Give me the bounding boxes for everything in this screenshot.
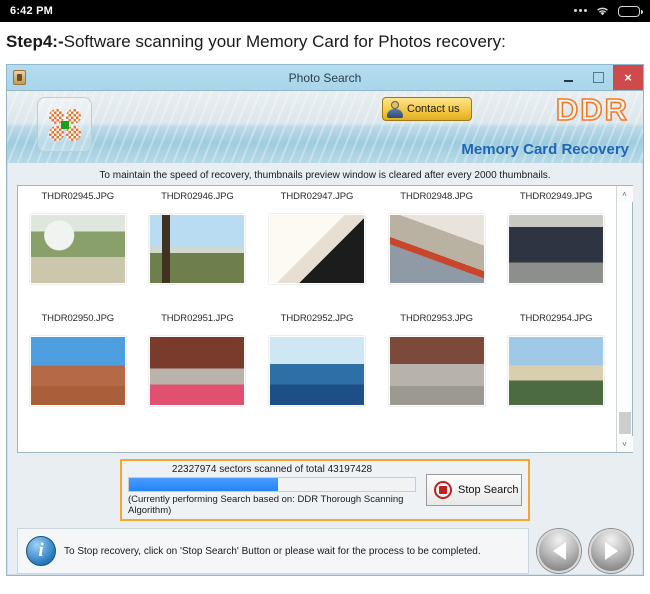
thumbnail-label: THDR02951.JPG xyxy=(161,313,234,324)
thumbnail-item[interactable]: THDR02945.JPG xyxy=(18,188,138,310)
scanning-algorithm-text: (Currently performing Search based on: D… xyxy=(128,494,404,516)
stop-icon xyxy=(434,481,452,499)
contact-us-label: Contact us xyxy=(407,103,460,115)
thumbnail-row: THDR02950.JPG THDR02951.JPG THDR02952.JP… xyxy=(18,310,616,432)
thumbnail-image[interactable] xyxy=(508,214,605,284)
thumbnail-label: THDR02945.JPG xyxy=(41,191,115,202)
stop-search-button[interactable]: Stop Search xyxy=(426,474,522,506)
stop-search-label: Stop Search xyxy=(458,484,519,496)
product-tagline: Memory Card Recovery xyxy=(461,141,629,158)
thumbnail-row: THDR02955.JPG THDR02956.JPG THDR02957.JP… xyxy=(18,432,616,452)
scan-progress-bar xyxy=(128,477,416,492)
scrollbar-thumb[interactable] xyxy=(618,412,631,434)
thumbnail-label: THDR02953.JPG xyxy=(400,313,473,324)
thumbnail-image[interactable] xyxy=(149,214,246,284)
thumbnail-image[interactable] xyxy=(149,336,246,406)
status-clock: 6:42 PM xyxy=(10,5,53,17)
back-arrow-icon xyxy=(552,542,566,560)
thumbnail-scrollbar[interactable]: ˄ ˅ xyxy=(616,186,633,452)
thumbnail-label: THDR02948.JPG xyxy=(400,191,473,202)
more-dots-icon xyxy=(574,8,587,14)
status-icons xyxy=(574,5,643,17)
thumbnail-item[interactable]: THDR02949.JPG xyxy=(496,188,616,310)
thumbnail-item[interactable]: THDR02951.JPG xyxy=(138,310,258,432)
thumbnail-item[interactable]: THDR02959.JPG xyxy=(496,432,616,452)
step-description: Software scanning your Memory Card for P… xyxy=(63,32,506,51)
step-label: Step4:- xyxy=(6,32,64,51)
scroll-up-icon[interactable]: ˄ xyxy=(616,186,633,202)
progress-section: 22327974 sectors scanned of total 431974… xyxy=(17,459,633,521)
battery-icon xyxy=(618,5,643,17)
ddr-logo: DDR xyxy=(555,91,629,128)
thumbnail-item[interactable]: THDR02947.JPG xyxy=(257,188,377,310)
thumbnail-item[interactable]: THDR02954.JPG xyxy=(496,310,616,432)
thumbnail-label: THDR02947.JPG xyxy=(280,191,354,202)
thumbnail-label: THDR02952.JPG xyxy=(280,313,354,324)
person-icon xyxy=(387,100,403,118)
thumbnail-label: THDR02954.JPG xyxy=(519,313,593,324)
thumbnail-item[interactable]: THDR02948.JPG xyxy=(377,188,497,310)
thumbnail-grid: THDR02945.JPG THDR02946.JPG THDR02947.JP… xyxy=(18,186,616,452)
thumbnail-image[interactable] xyxy=(508,336,605,406)
wifi-icon xyxy=(597,7,608,16)
thumbnail-panel: THDR02945.JPG THDR02946.JPG THDR02947.JP… xyxy=(17,185,633,453)
thumbnail-notice: To maintain the speed of recovery, thumb… xyxy=(99,170,551,181)
app-banner: Contact us DDR Memory Card Recovery xyxy=(7,91,643,163)
thumbnail-image[interactable] xyxy=(388,214,485,284)
previous-button[interactable] xyxy=(537,529,581,573)
forward-arrow-icon xyxy=(604,542,618,560)
progress-details: 22327974 sectors scanned of total 431974… xyxy=(128,464,416,516)
thumbnail-label: THDR02946.JPG xyxy=(161,191,234,202)
thumbnail-item[interactable]: THDR02952.JPG xyxy=(257,310,377,432)
app-logo-badge xyxy=(37,97,92,152)
android-status-bar: 6:42 PM xyxy=(0,0,650,22)
thumbnail-image[interactable] xyxy=(268,214,365,284)
checkered-flower-icon xyxy=(48,108,82,142)
thumbnail-row: THDR02945.JPG THDR02946.JPG THDR02947.JP… xyxy=(18,188,616,310)
thumbnail-image[interactable] xyxy=(29,214,126,284)
thumbnail-label: THDR02950.JPG xyxy=(41,313,115,324)
thumbnail-item[interactable]: THDR02958.JPG xyxy=(377,432,497,452)
next-button[interactable] xyxy=(589,529,633,573)
thumbnail-item[interactable]: THDR02946.JPG xyxy=(138,188,258,310)
photo-search-window: Photo Search × Contact us DDR Memory Car… xyxy=(6,64,644,576)
thumbnail-item[interactable]: THDR02953.JPG xyxy=(377,310,497,432)
thumbnail-image[interactable] xyxy=(388,336,485,406)
contact-us-button[interactable]: Contact us xyxy=(382,97,472,121)
page-title: Step4:-Software scanning your Memory Car… xyxy=(0,22,650,60)
thumbnail-item[interactable]: THDR02957.JPG xyxy=(257,432,377,452)
thumbnail-image[interactable] xyxy=(268,336,365,406)
window-body: To maintain the speed of recovery, thumb… xyxy=(7,163,643,574)
progress-box: 22327974 sectors scanned of total 431974… xyxy=(120,459,530,521)
thumbnail-item[interactable]: THDR02955.JPG xyxy=(18,432,138,452)
thumbnail-item[interactable]: THDR02956.JPG xyxy=(138,432,258,452)
window-titlebar[interactable]: Photo Search × xyxy=(7,65,643,91)
info-message-box: i To Stop recovery, click on 'Stop Searc… xyxy=(17,528,529,574)
sectors-status-text: 22327974 sectors scanned of total 431974… xyxy=(171,464,373,475)
scan-progress-fill xyxy=(129,478,278,491)
window-title: Photo Search xyxy=(288,70,362,85)
thumbnail-image[interactable] xyxy=(29,336,126,406)
scroll-down-icon[interactable]: ˅ xyxy=(616,436,633,452)
thumbnail-item[interactable]: THDR02950.JPG xyxy=(18,310,138,432)
footer-message: To Stop recovery, click on 'Stop Search'… xyxy=(64,545,481,557)
scrollbar-track[interactable] xyxy=(617,202,633,436)
footer-bar: i To Stop recovery, click on 'Stop Searc… xyxy=(17,528,633,574)
info-icon: i xyxy=(26,536,56,566)
thumbnail-label: THDR02949.JPG xyxy=(519,191,593,202)
